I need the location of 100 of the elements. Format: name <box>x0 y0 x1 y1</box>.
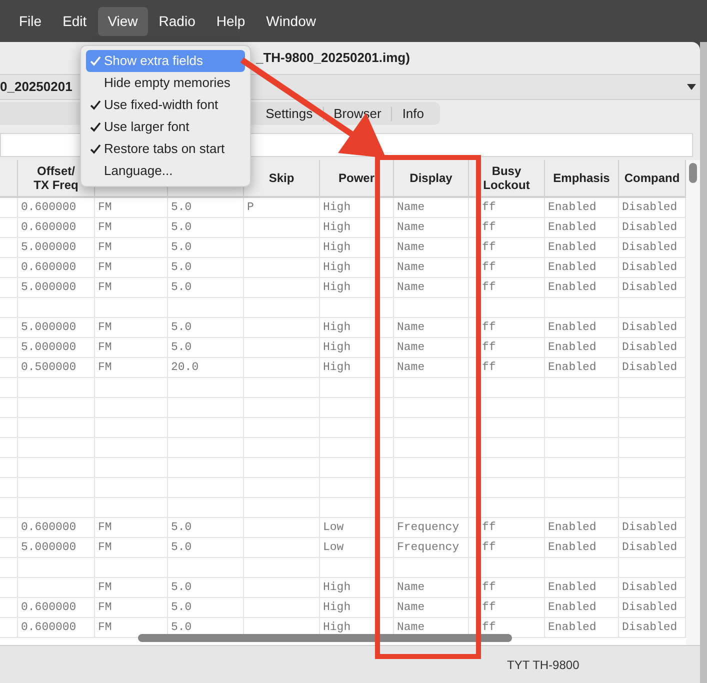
table-cell-text: Name <box>397 280 425 296</box>
table-cell-text: 0.600000 <box>21 600 76 616</box>
table-cell-text: 5.000000 <box>21 340 76 356</box>
table-cell-text: Name <box>397 580 425 596</box>
table-cell-text: Disabled <box>622 600 678 616</box>
table-cell-text: FM <box>98 520 112 536</box>
table-cell-text: FM <box>98 220 112 236</box>
table-cell-text: High <box>323 360 351 376</box>
table-cell-text: FM <box>98 320 112 336</box>
table-cell-text: Enabled <box>548 340 596 356</box>
table-cell-text: ff <box>482 520 496 536</box>
table-cell-text: Name <box>397 600 425 616</box>
table-cell-text: Name <box>397 220 425 236</box>
table-cell-text: Frequency <box>397 540 460 556</box>
table-cell-text: FM <box>98 620 112 636</box>
table-cell-text: FM <box>98 240 112 256</box>
table-cell-text: ff <box>482 540 496 556</box>
table-cell-text: Name <box>397 340 425 356</box>
table-cell-text: ff <box>482 340 496 356</box>
table-cell-text: 5.0 <box>171 240 192 256</box>
table-cell-text: High <box>323 200 351 216</box>
table-cell-text: 5.000000 <box>21 540 76 556</box>
table-cell-text: 5.0 <box>171 600 192 616</box>
table-cell-text: Disabled <box>622 220 678 236</box>
table-cell-text: Name <box>397 260 425 276</box>
table-cell-text: FM <box>98 340 112 356</box>
table-cell-text: ff <box>482 620 496 636</box>
table-cell-text: High <box>323 320 351 336</box>
table-cell-text: 5.000000 <box>21 240 76 256</box>
table-cell-text: ff <box>482 320 496 336</box>
table-cell-text: Enabled <box>548 280 596 296</box>
table-cell-text: 0.600000 <box>21 620 76 636</box>
table-cell-text: Disabled <box>622 320 678 336</box>
table-cell-text: FM <box>98 580 112 596</box>
table-cell-text: Name <box>397 320 425 336</box>
table-cell-text: Enabled <box>548 320 596 336</box>
table-cell-text: 0.600000 <box>21 260 76 276</box>
table-cell-text: ff <box>482 580 496 596</box>
table-cell-text: Name <box>397 240 425 256</box>
table-cell-text: Disabled <box>622 360 678 376</box>
table-cell-text: 5.0 <box>171 220 192 236</box>
table-cell-text: Enabled <box>548 620 596 636</box>
table-cell-text: ff <box>482 220 496 236</box>
table-cell-text: 5.000000 <box>21 280 76 296</box>
table-cell-text: 5.0 <box>171 260 192 276</box>
table-cell-text: Enabled <box>548 240 596 256</box>
table-cell-text: 0.600000 <box>21 220 76 236</box>
table-cell-text: ff <box>482 600 496 616</box>
table-cell-text: High <box>323 580 351 596</box>
table-cell-text: Low <box>323 520 344 536</box>
status-text: TYT TH-9800 <box>507 656 580 674</box>
table-cell-text: High <box>323 240 351 256</box>
table-cell-text: Enabled <box>548 200 596 216</box>
table-cell-text: Disabled <box>622 620 678 636</box>
table-cell-text: Enabled <box>548 220 596 236</box>
table-cell-text: Disabled <box>622 520 678 536</box>
table-cell-text: Enabled <box>548 260 596 276</box>
table-cell-text: ff <box>482 280 496 296</box>
table-cell-text: High <box>323 600 351 616</box>
table-cell-text: Name <box>397 620 425 636</box>
table-cell-text: Disabled <box>622 340 678 356</box>
table-cell-text: Disabled <box>622 260 678 276</box>
window-title: _TH-9800_20250201.img) <box>256 49 410 68</box>
table-cell-text: High <box>323 280 351 296</box>
table-cell-text: Disabled <box>622 580 678 596</box>
table-cell-text: ff <box>482 360 496 376</box>
table-cell-text: P <box>247 200 254 216</box>
table-cell-text: Disabled <box>622 200 678 216</box>
table-cell-text: FM <box>98 600 112 616</box>
table-cell-text: 0.600000 <box>21 520 76 536</box>
table-cell-text: 5.0 <box>171 620 192 636</box>
table-cell-text: Enabled <box>548 540 596 556</box>
table-cell-text: FM <box>98 200 112 216</box>
table-cell-text: 5.000000 <box>21 320 76 336</box>
table-cell-text: 5.0 <box>171 540 192 556</box>
table-cell-text: 0.500000 <box>21 360 76 376</box>
table-cell-text: FM <box>98 260 112 276</box>
table-cell-text: ff <box>482 260 496 276</box>
table-cell-text: Name <box>397 200 425 216</box>
table-cell-text: Disabled <box>622 240 678 256</box>
table-cell-text: High <box>323 620 351 636</box>
table-cell-text: ff <box>482 200 496 216</box>
table-cell-text: 5.0 <box>171 340 192 356</box>
table-cell-text: Enabled <box>548 360 596 376</box>
table-cell-text: Enabled <box>548 600 596 616</box>
table-cell-text: Frequency <box>397 520 460 536</box>
table-cell-text: 5.0 <box>171 280 192 296</box>
table-cell-text: High <box>323 260 351 276</box>
table-cell-text: 5.0 <box>171 580 192 596</box>
table-cell-text: Disabled <box>622 280 678 296</box>
table-cell-text: Disabled <box>622 540 678 556</box>
table-cell-text: Low <box>323 540 344 556</box>
table-cell-text: High <box>323 340 351 356</box>
table-cell-text: Name <box>397 360 425 376</box>
table-cell-text: FM <box>98 540 112 556</box>
table-cell-text: ff <box>482 240 496 256</box>
table-cell-text: FM <box>98 280 112 296</box>
table-cell-text: 5.0 <box>171 320 192 336</box>
table-cell-text: 5.0 <box>171 520 192 536</box>
table-cell-text: High <box>323 220 351 236</box>
